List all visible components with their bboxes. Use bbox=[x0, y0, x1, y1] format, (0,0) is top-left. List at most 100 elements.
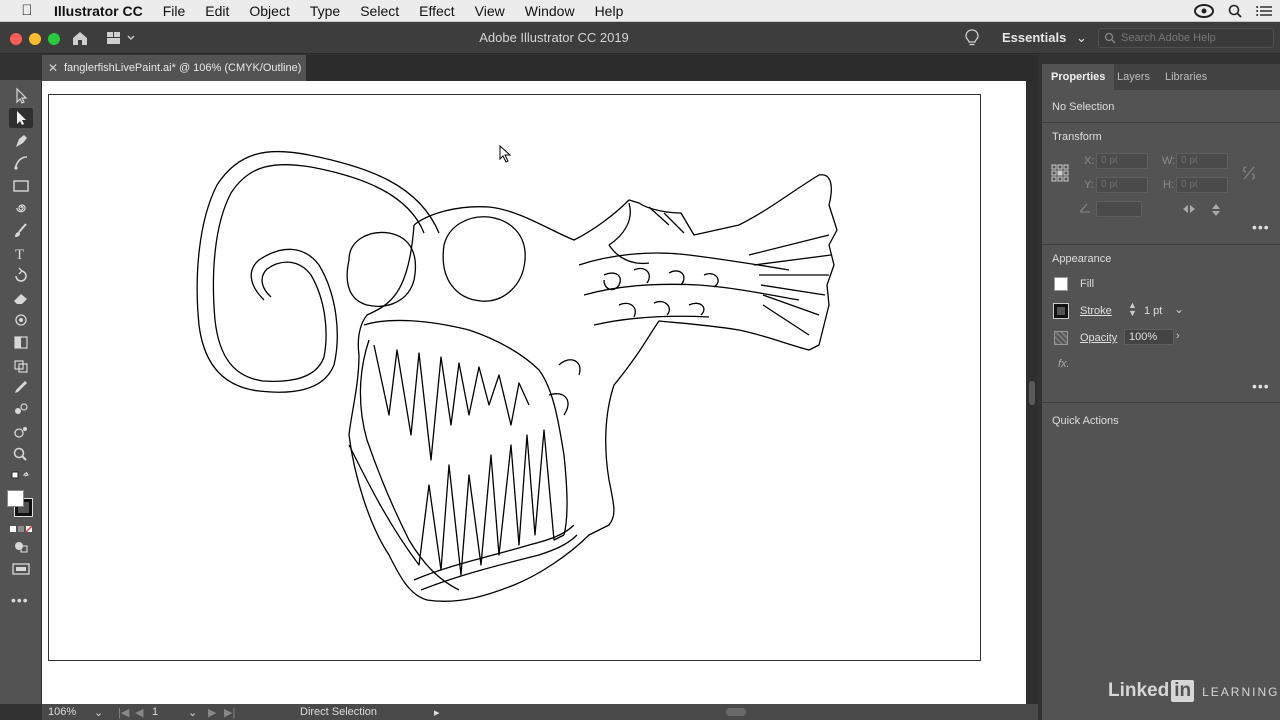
app-name-menu[interactable]: Illustrator CC bbox=[54, 3, 143, 19]
anglerfish-outline-artwork[interactable] bbox=[49, 95, 980, 660]
next-artboard-icon[interactable]: ▶ bbox=[208, 706, 216, 719]
menu-file[interactable]: File bbox=[163, 3, 186, 19]
zoom-level[interactable]: 106% bbox=[48, 706, 76, 718]
chevron-down-icon: ⌄ bbox=[1075, 30, 1087, 45]
linkedin-learning-watermark: Linked in LEARNING bbox=[1108, 680, 1279, 702]
horizontal-scrollbar-thumb[interactable] bbox=[726, 708, 746, 716]
first-artboard-icon[interactable]: |◀ bbox=[118, 706, 129, 719]
search-placeholder: Search Adobe Help bbox=[1121, 32, 1216, 44]
transform-more-options-icon[interactable]: ••• bbox=[1252, 219, 1270, 235]
stroke-label[interactable]: Stroke bbox=[1080, 305, 1112, 317]
direct-selection-tool-icon[interactable] bbox=[9, 108, 33, 128]
fx-effects-icon[interactable]: fx. bbox=[1058, 358, 1070, 370]
y-field[interactable]: 0 pt bbox=[1096, 177, 1148, 193]
drawing-modes-icon[interactable] bbox=[9, 536, 33, 556]
spotlight-search-icon[interactable] bbox=[1228, 4, 1242, 18]
menu-effect[interactable]: Effect bbox=[419, 3, 455, 19]
menu-help[interactable]: Help bbox=[595, 3, 624, 19]
close-tab-icon[interactable]: ✕ bbox=[48, 55, 58, 81]
h-placeholder: 0 pt bbox=[1181, 179, 1198, 190]
reference-point-icon[interactable] bbox=[1051, 164, 1069, 182]
mac-menu-bar:  Illustrator CC File Edit Object Type S… bbox=[0, 0, 1280, 22]
w-placeholder: 0 pt bbox=[1181, 155, 1198, 166]
flip-vertical-icon[interactable] bbox=[1210, 203, 1222, 217]
artboard-number[interactable]: 1 bbox=[152, 706, 158, 718]
rotate-field[interactable] bbox=[1096, 201, 1142, 217]
menu-list-icon[interactable] bbox=[1256, 5, 1272, 17]
menu-edit[interactable]: Edit bbox=[205, 3, 229, 19]
fill-label: Fill bbox=[1080, 278, 1095, 290]
width-field[interactable]: 0 pt bbox=[1176, 153, 1228, 169]
stroke-weight-value[interactable]: 1 pt bbox=[1144, 305, 1162, 317]
menu-object[interactable]: Object bbox=[249, 3, 289, 19]
pen-tool-icon[interactable] bbox=[9, 131, 33, 151]
menu-window[interactable]: Window bbox=[525, 3, 575, 19]
stroke-stepper-icon[interactable]: ▲ ▼ bbox=[1128, 301, 1137, 318]
apple-menu-icon[interactable]:  bbox=[0, 2, 54, 19]
stroke-weight-dropdown-icon[interactable]: ⌄ bbox=[1174, 302, 1184, 316]
gradient-tool-icon[interactable] bbox=[9, 332, 33, 352]
search-icon bbox=[1104, 32, 1116, 44]
blend-tool-icon[interactable] bbox=[9, 399, 33, 419]
creative-cloud-icon[interactable] bbox=[1194, 4, 1214, 18]
menu-type[interactable]: Type bbox=[310, 3, 340, 19]
fill-swatch[interactable] bbox=[7, 490, 24, 507]
flip-horizontal-icon[interactable] bbox=[1182, 203, 1196, 215]
window-title: Adobe Illustrator CC 2019 bbox=[479, 30, 629, 45]
workspace-switcher[interactable]: Essentials ⌄ bbox=[1002, 22, 1087, 54]
tab-layers[interactable]: Layers bbox=[1108, 64, 1159, 90]
status-bar: 106% ⌄ |◀ ◀ 1 ⌄ ▶ ▶| Direct Selection ▸ bbox=[42, 704, 1038, 720]
menu-view[interactable]: View bbox=[475, 3, 505, 19]
mouse-cursor-icon bbox=[499, 145, 512, 163]
previous-artboard-icon[interactable]: ◀ bbox=[135, 706, 143, 719]
curvature-tool-icon[interactable] bbox=[9, 153, 33, 173]
opacity-field[interactable]: 100% bbox=[1124, 329, 1174, 345]
artboard[interactable] bbox=[48, 94, 981, 661]
spiral-tool-icon[interactable] bbox=[9, 198, 33, 218]
x-field[interactable]: 0 pt bbox=[1096, 153, 1148, 169]
eraser-tool-icon[interactable] bbox=[9, 288, 33, 308]
height-field[interactable]: 0 pt bbox=[1176, 177, 1228, 193]
watermark-brand: Linked bbox=[1108, 680, 1170, 701]
lightbulb-icon[interactable] bbox=[965, 29, 979, 47]
tab-libraries[interactable]: Libraries bbox=[1156, 64, 1216, 90]
warp-tool-icon[interactable] bbox=[9, 310, 33, 330]
appearance-heading: Appearance bbox=[1052, 253, 1112, 265]
watermark-learning: LEARNING bbox=[1202, 685, 1280, 699]
artboard-dropdown-icon[interactable]: ⌄ bbox=[188, 706, 197, 719]
menu-select[interactable]: Select bbox=[360, 3, 399, 19]
y-label: Y: bbox=[1084, 179, 1094, 191]
selection-tool-icon[interactable] bbox=[9, 86, 33, 106]
svg-text:T: T bbox=[15, 247, 24, 263]
fill-color-swatch[interactable] bbox=[1054, 277, 1068, 291]
zoom-dropdown-icon[interactable]: ⌄ bbox=[94, 706, 103, 719]
appearance-more-options-icon[interactable]: ••• bbox=[1252, 378, 1270, 394]
symbol-sprayer-tool-icon[interactable] bbox=[9, 422, 33, 442]
last-artboard-icon[interactable]: ▶| bbox=[224, 706, 235, 719]
rotate-tool-icon[interactable] bbox=[9, 265, 33, 285]
scrollbar-thumb[interactable] bbox=[1029, 381, 1035, 405]
h-label: H: bbox=[1163, 179, 1174, 191]
stroke-color-swatch[interactable] bbox=[1053, 303, 1069, 319]
opacity-label[interactable]: Opacity bbox=[1080, 332, 1117, 344]
x-label: X: bbox=[1084, 155, 1095, 167]
workspace-label: Essentials bbox=[1002, 30, 1067, 45]
edit-toolbar-icon[interactable]: ••• bbox=[11, 592, 29, 608]
zoom-tool-icon[interactable] bbox=[9, 444, 33, 464]
paintbrush-tool-icon[interactable] bbox=[9, 221, 33, 241]
tab-properties[interactable]: Properties bbox=[1042, 64, 1115, 90]
screen-mode-icon[interactable] bbox=[9, 559, 33, 579]
type-tool-icon[interactable]: T bbox=[9, 243, 33, 263]
rectangle-tool-icon[interactable] bbox=[9, 176, 33, 196]
canvas[interactable] bbox=[42, 81, 1026, 704]
properties-panel: Properties Layers Libraries No Selection… bbox=[1042, 64, 1280, 720]
document-tab[interactable]: ✕ fanglerfishLivePaint.ai* @ 106% (CMYK/… bbox=[42, 55, 306, 81]
constrain-proportions-icon[interactable] bbox=[1242, 165, 1256, 181]
help-search-input[interactable]: Search Adobe Help bbox=[1098, 28, 1274, 48]
opacity-arrow-icon[interactable]: › bbox=[1176, 330, 1180, 342]
vertical-scrollbar[interactable] bbox=[1026, 81, 1038, 704]
eyedropper-tool-icon[interactable] bbox=[9, 377, 33, 397]
default-fill-stroke-icon[interactable] bbox=[9, 468, 33, 488]
shape-builder-tool-icon[interactable] bbox=[9, 355, 33, 375]
status-menu-icon[interactable]: ▸ bbox=[434, 706, 440, 719]
